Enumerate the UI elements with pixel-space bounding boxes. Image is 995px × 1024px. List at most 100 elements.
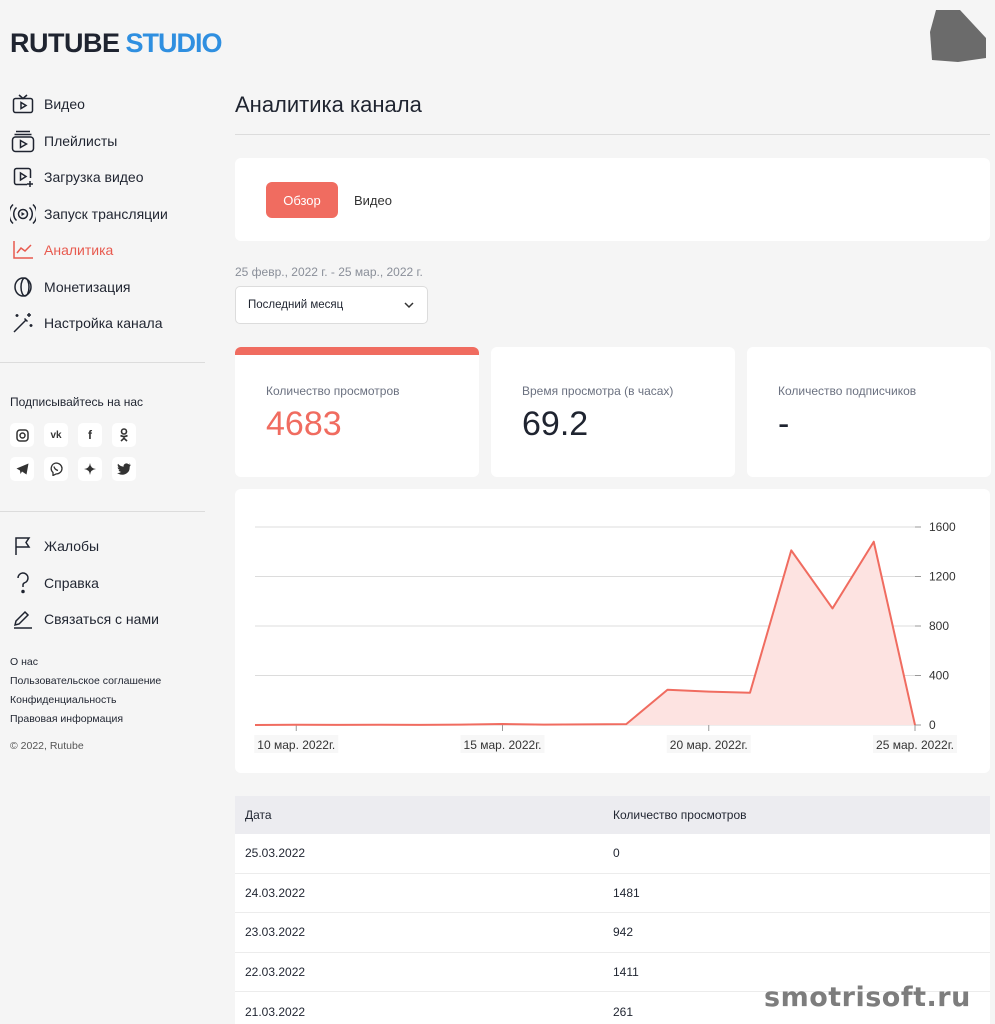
sidebar-item-analytics[interactable]: Аналитика — [10, 232, 206, 269]
zen-icon[interactable] — [78, 457, 102, 481]
stat-label: Время просмотра (в часах) — [522, 384, 674, 398]
edit-icon — [10, 606, 36, 632]
stat-label: Количество подписчиков — [778, 384, 917, 398]
magic-wand-icon — [10, 310, 36, 336]
x-tick-label: 25 мар. 2022г. — [876, 738, 954, 752]
stat-label: Количество просмотров — [266, 384, 400, 398]
social-links: vk f — [10, 423, 150, 481]
stat-card-views[interactable]: Количество просмотров 4683 — [235, 347, 479, 477]
playlist-icon — [10, 128, 36, 154]
y-tick-label: 1600 — [929, 520, 956, 534]
stat-card-subscribers[interactable]: Количество подписчиков - — [747, 347, 991, 477]
sidebar-item-label: Жалобы — [44, 538, 100, 555]
coin-icon — [10, 274, 36, 300]
period-select-value: Последний месяц — [248, 299, 344, 311]
instagram-icon[interactable] — [10, 423, 34, 447]
cell-date: 25.03.2022 — [245, 846, 306, 861]
table-header: Дата Количество просмотров — [235, 796, 990, 834]
sidebar-item-label: Монетизация — [44, 278, 131, 295]
column-header-date: Дата — [245, 808, 272, 822]
cell-date: 22.03.2022 — [245, 965, 306, 980]
twitter-icon[interactable] — [112, 457, 136, 481]
sidebar-item-channel-settings[interactable]: Настройка канала — [10, 305, 206, 342]
sidebar-item-label: Загрузка видео — [44, 169, 144, 186]
page-title: Аналитика канала — [235, 92, 422, 117]
footer-link-legal[interactable]: Правовая информация — [10, 713, 161, 732]
footer-links: О нас Пользовательское соглашение Конфид… — [10, 656, 161, 732]
odnoklassniki-icon[interactable] — [112, 423, 136, 447]
sidebar-item-playlists[interactable]: Плейлисты — [10, 123, 206, 160]
period-select[interactable]: Последний месяц — [235, 286, 428, 324]
chevron-down-icon — [404, 302, 414, 309]
cell-date: 23.03.2022 — [245, 925, 306, 940]
table-row: 24.03.2022 1481 — [235, 873, 990, 914]
viber-icon[interactable] — [44, 457, 68, 481]
cell-views: 1411 — [613, 965, 639, 980]
sidebar-item-label: Справка — [44, 574, 99, 591]
table-row: 25.03.2022 0 — [235, 834, 990, 874]
cell-views: 942 — [613, 925, 634, 940]
sidebar-item-complaints[interactable]: Жалобы — [10, 528, 206, 565]
sidebar-item-label: Связаться с нами — [44, 611, 159, 628]
stat-card-watch-time[interactable]: Время просмотра (в часах) 69.2 — [491, 347, 735, 477]
x-tick-label: 10 мар. 2022г. — [257, 738, 335, 752]
avatar[interactable] — [930, 10, 986, 62]
footer-link-about[interactable]: О нас — [10, 656, 161, 675]
sidebar-item-label: Аналитика — [44, 242, 114, 259]
cell-date: 21.03.2022 — [245, 1004, 306, 1019]
y-tick-label: 800 — [929, 619, 949, 633]
views-area — [255, 541, 915, 725]
social-title: Подписывайтесь на нас — [10, 395, 144, 409]
footer-link-privacy[interactable]: Конфиденциальность — [10, 694, 161, 713]
logo-text-rutube: RUTUBE — [10, 28, 120, 58]
sidebar-item-label: Настройка канала — [44, 315, 163, 332]
views-chart: 0 400 800 1200 1600 10 мар. 2022г. 15 мар. 202… — [254, 520, 957, 753]
x-tick-label: 20 мар. 2022г. — [670, 738, 748, 752]
sidebar-item-monetization[interactable]: Монетизация — [10, 269, 206, 306]
title-divider — [235, 134, 990, 135]
broadcast-icon — [10, 201, 36, 227]
sidebar-item-contact[interactable]: Связаться с нами — [10, 601, 206, 638]
upload-video-icon — [10, 164, 36, 190]
copyright: © 2022, Rutube — [10, 740, 84, 752]
sidebar-divider — [0, 362, 205, 363]
stat-value: 4683 — [266, 405, 342, 443]
cell-views: 1481 — [613, 885, 640, 900]
sidebar-divider — [0, 511, 205, 512]
y-tick-label: 0 — [929, 718, 936, 732]
sidebar-item-label: Запуск трансляции — [44, 205, 168, 222]
y-tick-label: 400 — [929, 669, 949, 683]
analytics-icon — [10, 237, 36, 263]
column-header-views: Количество просмотров — [613, 808, 747, 822]
table-row: 23.03.2022 942 — [235, 913, 990, 953]
tv-icon — [10, 91, 36, 117]
footer-link-terms[interactable]: Пользовательское соглашение — [10, 675, 161, 694]
sidebar-item-upload[interactable]: Загрузка видео — [10, 159, 206, 196]
sidebar-item-help[interactable]: Справка — [10, 565, 206, 602]
stat-value: - — [778, 405, 790, 443]
telegram-icon[interactable] — [10, 457, 34, 481]
vk-icon[interactable]: vk — [44, 423, 68, 447]
sidebar-item-label: Плейлисты — [44, 132, 118, 149]
tab-overview[interactable]: Обзор — [266, 182, 338, 218]
sidebar-item-broadcast[interactable]: Запуск трансляции — [10, 196, 206, 233]
watermark: smotrisoft.ru — [764, 982, 971, 1013]
x-tick-label: 15 мар. 2022г. — [464, 738, 542, 752]
views-chart-card: 0 400 800 1200 1600 10 мар. 2022г. 15 мар. 202… — [235, 489, 990, 773]
question-icon — [10, 570, 36, 596]
tab-video[interactable]: Видео — [354, 193, 392, 208]
logo-text-studio: STUDIO — [125, 28, 223, 58]
active-indicator — [235, 347, 479, 355]
flag-icon — [10, 533, 36, 559]
sidebar-item-video[interactable]: Видео — [10, 86, 206, 123]
tabs-card — [235, 158, 990, 241]
cell-date: 24.03.2022 — [245, 885, 306, 900]
y-tick-label: 1200 — [929, 570, 956, 584]
date-range: 25 февр., 2022 г. - 25 мар., 2022 г. — [235, 265, 423, 279]
facebook-icon[interactable]: f — [78, 423, 102, 447]
cell-views: 0 — [613, 846, 620, 861]
sidebar-nav: Видео Плейлисты Загрузка видео Запуск тр… — [10, 86, 206, 342]
rutube-studio-logo[interactable]: RUTUBE STUDIO — [10, 28, 223, 59]
stat-value: 69.2 — [522, 405, 589, 443]
sidebar-nav-secondary: Жалобы Справка Связаться с нами — [10, 528, 206, 638]
